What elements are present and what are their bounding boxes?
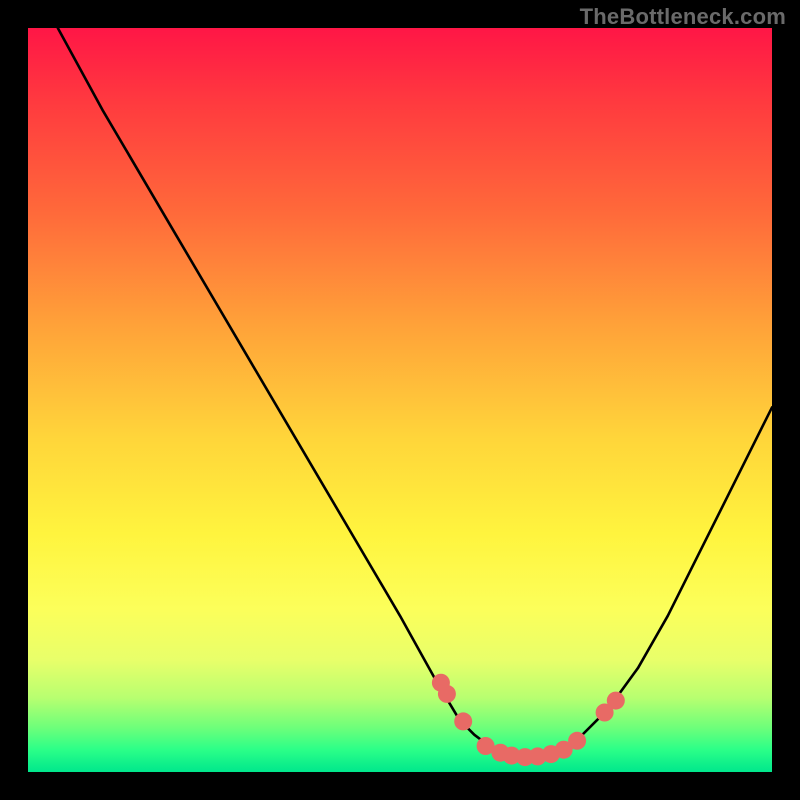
curve-marker	[438, 685, 456, 703]
curve-marker	[607, 692, 625, 710]
bottleneck-curve	[58, 28, 772, 757]
chart-frame: TheBottleneck.com	[0, 0, 800, 800]
attribution-label: TheBottleneck.com	[580, 4, 786, 30]
curve-marker	[454, 712, 472, 730]
chart-svg	[28, 28, 772, 772]
curve-marker	[568, 732, 586, 750]
chart-plot-area	[28, 28, 772, 772]
